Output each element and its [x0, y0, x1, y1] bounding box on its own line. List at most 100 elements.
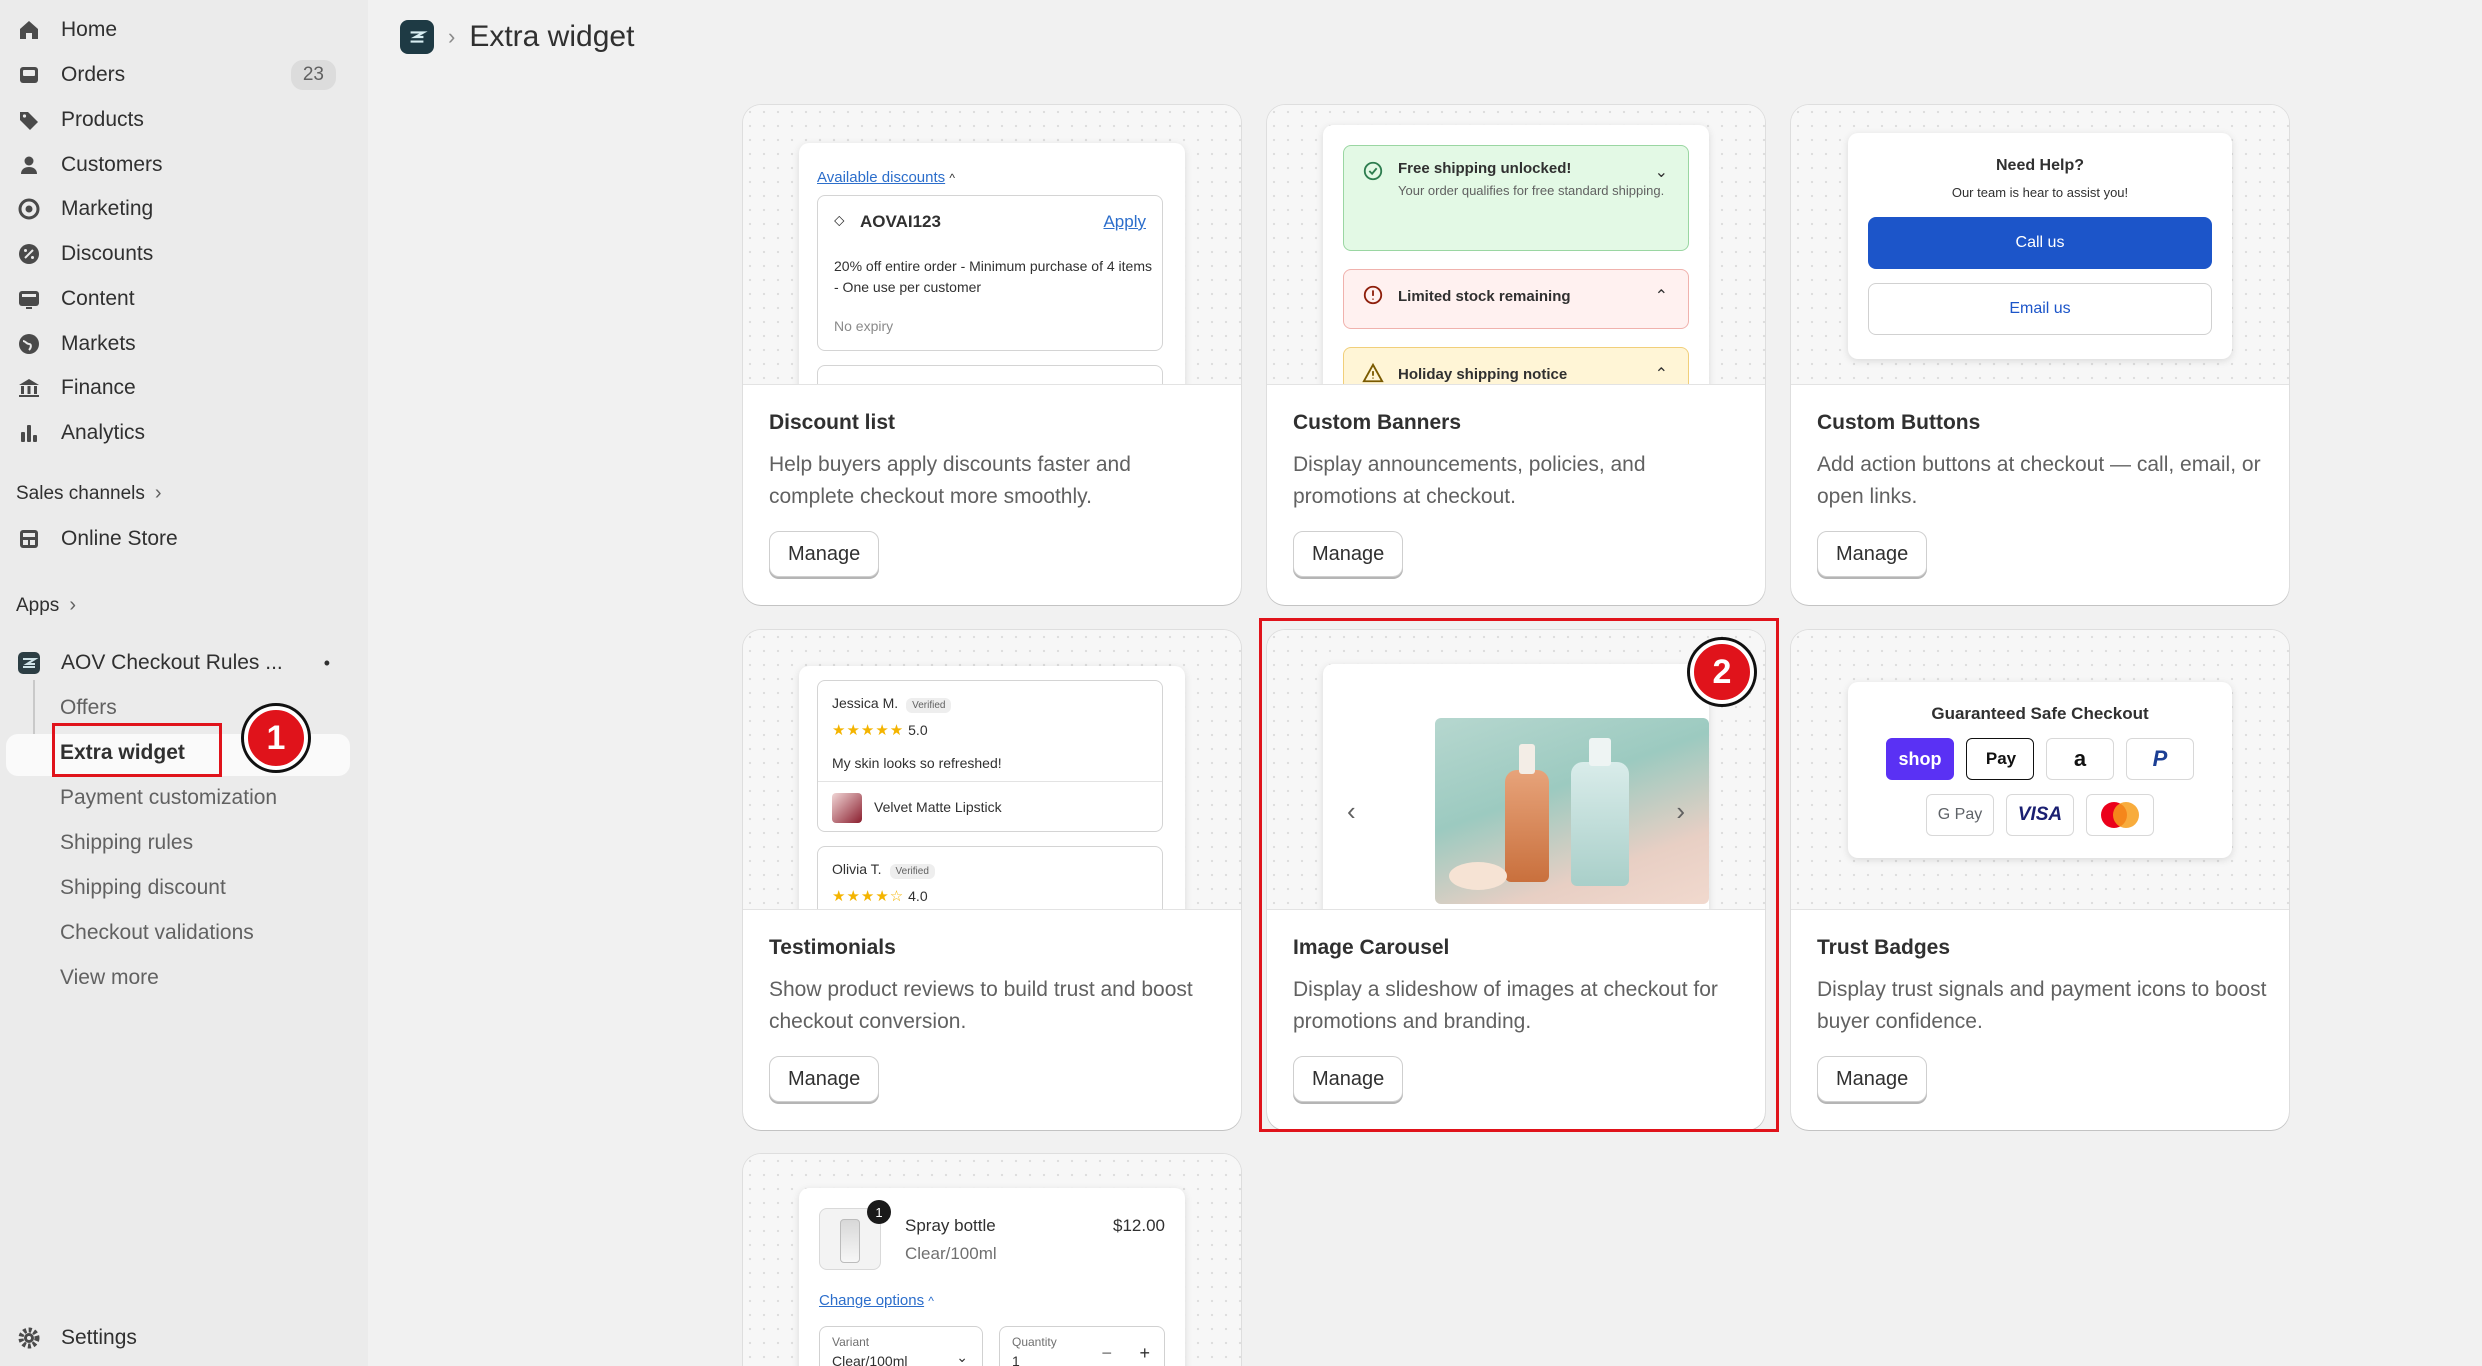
nav-customers[interactable]: Customers [16, 145, 346, 185]
discount-icon [16, 241, 42, 267]
card-title: Custom Buttons [1817, 411, 1981, 434]
star-rating-icon: ★★★★☆ [832, 888, 905, 905]
reviewer-name: Jessica M. Verified [832, 695, 952, 713]
sub-checkout-validations[interactable]: Checkout validations [60, 921, 254, 945]
discount-code: AOVAI123 [860, 212, 941, 231]
review-product: Velvet Matte Lipstick [874, 799, 1002, 815]
banner-title: Free shipping unlocked! [1398, 160, 1572, 177]
banner-limited-stock: ⌃ Limited stock remaining [1343, 269, 1689, 329]
buttons-preview-panel: Need Help? Our team is hear to assist yo… [1848, 133, 2232, 359]
nav-home[interactable]: Home [16, 10, 346, 50]
pin-dot-icon: • [323, 652, 330, 673]
help-heading: Need Help? [1995, 157, 2084, 174]
quantity-value: 1 [1012, 1353, 1020, 1366]
trust-heading: Guaranteed Safe Checkout [1931, 704, 2149, 723]
reviewer-name: Olivia T. Verified [832, 861, 935, 879]
app-logo-icon[interactable] [400, 20, 434, 54]
warning-icon [1362, 362, 1384, 384]
widget-card-custom-buttons: Need Help? Our team is hear to assist yo… [1791, 105, 2289, 605]
chevron-up-icon[interactable]: ⌃ [1655, 286, 1668, 306]
card-description: Display trust signals and payment icons … [1817, 978, 2267, 1033]
plus-icon[interactable]: + [1139, 1343, 1150, 1364]
nav-markets[interactable]: Markets [16, 324, 346, 364]
card-description: Display announcements, policies, and pro… [1293, 453, 1646, 508]
variant-select[interactable]: Variant Clear/100ml ⌄ [819, 1326, 983, 1366]
nav-orders[interactable]: Orders 23 [16, 55, 346, 95]
card-preview: Guaranteed Safe Checkout shop Pay a P G … [1791, 630, 2289, 910]
card-preview: ⌄ Free shipping unlocked! Your order qua… [1267, 105, 1765, 385]
widget-card-discount-list: Available discounts ^ ⬦ AOVAI123 Apply 2… [743, 105, 1241, 605]
store-icon [16, 526, 42, 552]
review-card: Jessica M. Verified ★★★★★ 5.0 My skin loo… [817, 680, 1163, 832]
nav-content[interactable]: Content [16, 279, 346, 319]
manage-button[interactable]: Manage [769, 1056, 880, 1102]
sub-offers[interactable]: Offers [60, 696, 117, 720]
card-preview: Jessica M. Verified ★★★★★ 5.0 My skin loo… [743, 630, 1241, 910]
card-description: Show product reviews to build trust and … [769, 978, 1193, 1033]
manage-button[interactable]: Manage [1293, 531, 1404, 577]
content-icon [16, 286, 42, 312]
card-title: Custom Banners [1293, 411, 1462, 434]
nav-label: Customers [61, 153, 163, 176]
discount-code-box-2 [817, 365, 1163, 384]
product-name: Spray bottle [905, 1216, 996, 1235]
sub-shipping-rules[interactable]: Shipping rules [60, 831, 193, 855]
nav-label: Products [61, 108, 144, 131]
card-title: Trust Badges [1817, 936, 1951, 959]
nav-marketing[interactable]: Marketing [16, 189, 346, 229]
sales-channels-heading[interactable]: Sales channels › [16, 482, 162, 505]
nav-settings[interactable]: Settings [16, 1318, 346, 1358]
apple-pay-badge: Pay [1966, 738, 2034, 780]
sub-shipping-discount[interactable]: Shipping discount [60, 876, 226, 900]
orders-count-badge: 23 [290, 60, 336, 90]
change-options-link[interactable]: Change options ^ [819, 1292, 934, 1309]
google-pay-badge: G Pay [1926, 794, 1994, 836]
widget-card-custom-banners: ⌄ Free shipping unlocked! Your order qua… [1267, 105, 1765, 605]
nav-discounts[interactable]: Discounts [16, 234, 346, 274]
app-logo-icon [16, 650, 42, 676]
apply-link[interactable]: Apply [1103, 212, 1146, 232]
shop-pay-badge: shop [1886, 738, 1954, 780]
target-icon [16, 196, 42, 222]
card-description: Add action buttons at checkout — call, e… [1817, 453, 2261, 508]
available-discounts-link[interactable]: Available discounts ^ [817, 169, 955, 186]
widget-card-testimonials: Jessica M. Verified ★★★★★ 5.0 My skin loo… [743, 630, 1241, 1130]
chevron-up-icon[interactable]: ⌃ [1655, 364, 1668, 384]
banners-preview-panel: ⌄ Free shipping unlocked! Your order qua… [1323, 125, 1709, 384]
manage-button[interactable]: Manage [1817, 1056, 1928, 1102]
discount-details: 20% off entire order - Minimum purchase … [834, 258, 1152, 295]
review-text: My skin looks so refreshed! [832, 755, 1002, 771]
spray-bottle-icon [840, 1219, 860, 1263]
sub-view-more[interactable]: View more [60, 966, 159, 990]
manage-button[interactable]: Manage [1817, 531, 1928, 577]
manage-button[interactable]: Manage [769, 531, 880, 577]
chevron-down-icon[interactable]: ⌄ [1655, 162, 1668, 182]
mastercard-badge [2086, 794, 2154, 836]
verified-badge: Verified [906, 698, 952, 713]
minus-icon[interactable]: − [1101, 1343, 1112, 1364]
bank-icon [16, 375, 42, 401]
card-preview: 1 Spray bottle $12.00 Clear/100ml Change… [743, 1154, 1241, 1366]
quantity-stepper[interactable]: Quantity 1 − + [999, 1326, 1165, 1366]
nav-analytics[interactable]: Analytics [16, 413, 346, 453]
check-circle-icon [1362, 160, 1384, 182]
email-us-button[interactable]: Email us [1868, 283, 2212, 335]
alert-circle-icon [1362, 284, 1384, 306]
nav-label: Orders [61, 63, 126, 86]
discount-code-box: ⬦ AOVAI123 Apply 20% off entire order - … [817, 195, 1163, 351]
nav-label: Markets [61, 332, 136, 355]
nav-finance[interactable]: Finance [16, 368, 346, 408]
nav-app-aov-checkout-rules[interactable]: AOV Checkout Rules ... • [16, 643, 346, 683]
apps-heading[interactable]: Apps › [16, 594, 76, 617]
nav-label: Discounts [61, 242, 154, 265]
divider [818, 781, 1162, 782]
nav-online-store[interactable]: Online Store [16, 519, 346, 559]
widget-card-product-options: 1 Spray bottle $12.00 Clear/100ml Change… [743, 1154, 1241, 1366]
chevron-right-icon: › [69, 594, 76, 616]
call-us-button[interactable]: Call us [1868, 217, 2212, 269]
quantity-label: Quantity [1012, 1335, 1057, 1349]
variant-value: Clear/100ml [832, 1353, 908, 1366]
apps-label: Apps [16, 594, 60, 616]
sub-payment-customization[interactable]: Payment customization [60, 786, 277, 810]
nav-products[interactable]: Products [16, 100, 346, 140]
